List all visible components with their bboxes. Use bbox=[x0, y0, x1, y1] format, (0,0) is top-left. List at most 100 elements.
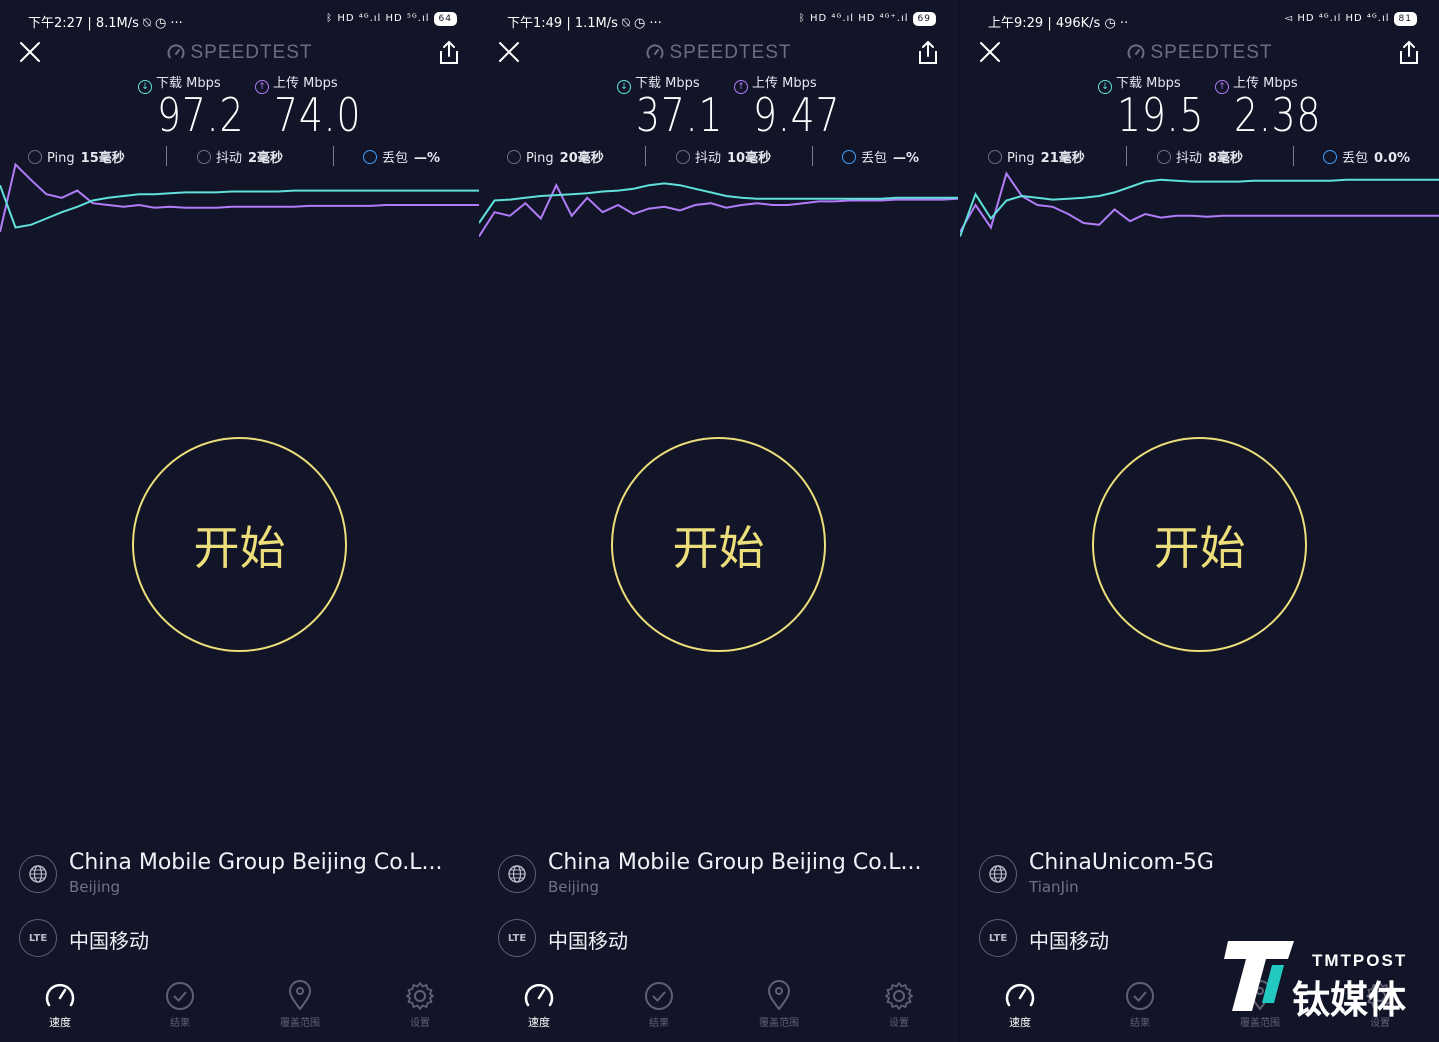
nav-speed-label: 速度 bbox=[1009, 1016, 1031, 1029]
upload-graph-line bbox=[0, 162, 479, 233]
server-name[interactable]: China Mobile Group Beijing Co.L... bbox=[548, 850, 922, 875]
check-circle-icon bbox=[1126, 982, 1154, 1010]
lte-icon: LTE bbox=[979, 919, 1017, 957]
server-location: Beijing bbox=[69, 878, 121, 896]
nav-coverage-label: 覆盖范围 bbox=[280, 1018, 320, 1029]
status-bar: 下午1:49 | 1.1M/s ⍉ ◷ ··· ᛒ HD ⁴ᴳ.ıl HD ⁴ᴳ… bbox=[507, 10, 936, 32]
nav-settings-label: 设置 bbox=[410, 1018, 430, 1029]
server-location: TianJin bbox=[1029, 878, 1079, 896]
carrier-name: 中国移动 bbox=[69, 929, 149, 953]
status-left: 上午9:29 | 496K/s ◷ ·· bbox=[988, 16, 1129, 31]
nav-speed[interactable]: 速度 bbox=[499, 980, 579, 1030]
carrier-name: 中国移动 bbox=[1029, 929, 1109, 953]
globe-glyph-icon bbox=[508, 865, 526, 883]
share-icon[interactable] bbox=[916, 40, 940, 66]
map-pin-icon bbox=[288, 980, 312, 1010]
share-icon[interactable] bbox=[1397, 40, 1421, 66]
status-bar: 上午9:29 | 496K/s ◷ ·· ◅ HD ⁴ᴳ.ıl HD ⁴ᴳ.ıl… bbox=[988, 10, 1417, 32]
nav-speed-label: 速度 bbox=[49, 1016, 71, 1029]
nav-speed[interactable]: 速度 bbox=[980, 980, 1060, 1030]
status-right: ᛒ HD ⁴ᴳ.ıl HD ⁵ᴳ.ıl 64 bbox=[326, 12, 457, 26]
nav-results[interactable]: 结果 bbox=[1100, 980, 1180, 1029]
start-button[interactable]: 开始 bbox=[132, 437, 347, 652]
nav-results[interactable]: 结果 bbox=[140, 980, 220, 1029]
server-location: Beijing bbox=[548, 878, 600, 896]
speed-graph bbox=[0, 162, 479, 233]
speed-graph bbox=[960, 171, 1439, 237]
lte-label: LTE bbox=[988, 932, 1008, 944]
globe-icon[interactable] bbox=[19, 855, 57, 893]
download-arrow-icon: ↓ bbox=[617, 80, 631, 94]
upload-arrow-icon: ↑ bbox=[1215, 80, 1229, 94]
nav-settings[interactable]: 设置 bbox=[859, 980, 939, 1029]
watermark-en: TMTPOST bbox=[1312, 951, 1408, 970]
download-graph-line bbox=[960, 178, 1439, 237]
globe-icon[interactable] bbox=[979, 855, 1017, 893]
start-button[interactable]: 开始 bbox=[1092, 437, 1307, 652]
server-name[interactable]: China Mobile Group Beijing Co.L... bbox=[69, 850, 443, 875]
check-circle-icon bbox=[645, 982, 673, 1010]
app-title-text: SPEEDTEST bbox=[190, 42, 313, 63]
download-arrow-icon: ↓ bbox=[1098, 80, 1112, 94]
nav-results[interactable]: 结果 bbox=[619, 980, 699, 1029]
status-icons: ᛒ HD ⁴ᴳ.ıl HD ⁴ᴳ⁺.ıl bbox=[798, 13, 909, 24]
globe-glyph-icon bbox=[29, 865, 47, 883]
download-arrow-icon: ↓ bbox=[138, 80, 152, 94]
check-circle-icon bbox=[166, 982, 194, 1010]
map-pin-icon bbox=[767, 980, 791, 1010]
globe-glyph-icon bbox=[989, 865, 1007, 883]
tmtpost-logo-icon bbox=[1224, 941, 1294, 1011]
lte-icon: LTE bbox=[19, 919, 57, 957]
upload-value: 74.0 bbox=[274, 88, 362, 142]
speedometer-icon bbox=[1127, 44, 1144, 59]
battery-icon: 69 bbox=[912, 12, 936, 26]
upload-arrow-icon: ↑ bbox=[734, 80, 748, 94]
nav-coverage[interactable]: 覆盖范围 bbox=[739, 980, 819, 1029]
server-name[interactable]: ChinaUnicom-5G bbox=[1029, 850, 1214, 875]
battery-icon: 64 bbox=[433, 12, 457, 26]
download-value: 19.5 bbox=[1117, 88, 1205, 142]
start-label: 开始 bbox=[1153, 520, 1246, 575]
download-graph-line bbox=[479, 182, 958, 224]
battery-icon: 81 bbox=[1393, 12, 1417, 26]
lte-label: LTE bbox=[28, 932, 48, 944]
globe-icon[interactable] bbox=[498, 855, 536, 893]
app-title: SPEEDTEST bbox=[479, 42, 958, 64]
start-button[interactable]: 开始 bbox=[611, 437, 826, 652]
gear-icon bbox=[406, 982, 434, 1010]
nav-results-label: 结果 bbox=[170, 1018, 190, 1029]
start-label: 开始 bbox=[672, 520, 765, 575]
gear-icon bbox=[885, 982, 913, 1010]
nav-speed[interactable]: 速度 bbox=[20, 980, 100, 1030]
app-title-text: SPEEDTEST bbox=[1150, 42, 1273, 63]
speedometer-icon bbox=[45, 983, 75, 1007]
share-icon[interactable] bbox=[437, 40, 461, 66]
nav-speed-label: 速度 bbox=[528, 1016, 550, 1029]
carrier-name: 中国移动 bbox=[548, 929, 628, 953]
nav-settings[interactable]: 设置 bbox=[380, 980, 460, 1029]
speedometer-icon bbox=[646, 44, 663, 59]
nav-coverage-label: 覆盖范围 bbox=[759, 1018, 799, 1029]
nav-results-label: 结果 bbox=[1130, 1018, 1150, 1029]
nav-results-label: 结果 bbox=[649, 1018, 669, 1029]
upload-graph-line bbox=[479, 182, 958, 238]
watermark-cn: 钛媒体 bbox=[1292, 978, 1407, 1022]
nav-coverage[interactable]: 覆盖范围 bbox=[260, 980, 340, 1029]
download-value: 97.2 bbox=[157, 88, 245, 142]
status-left: 下午1:49 | 1.1M/s ⍉ ◷ ··· bbox=[507, 16, 662, 31]
status-bar: 下午2:27 | 8.1M/s ⍉ ◷ ··· ᛒ HD ⁴ᴳ.ıl HD ⁵ᴳ… bbox=[28, 10, 457, 32]
app-title: SPEEDTEST bbox=[0, 42, 479, 64]
nav-settings-label: 设置 bbox=[889, 1018, 909, 1029]
lte-icon: LTE bbox=[498, 919, 536, 957]
speedtest-panel: 上午9:29 | 496K/s ◷ ·· ◅ HD ⁴ᴳ.ıl HD ⁴ᴳ.ıl… bbox=[960, 0, 1439, 1042]
speed-graph bbox=[479, 182, 958, 238]
upload-arrow-icon: ↑ bbox=[255, 80, 269, 94]
status-left: 下午2:27 | 8.1M/s ⍉ ◷ ··· bbox=[28, 16, 183, 31]
upload-value: 2.38 bbox=[1234, 88, 1322, 142]
speedometer-icon bbox=[524, 983, 554, 1007]
lte-label: LTE bbox=[507, 932, 527, 944]
speedtest-panel: 下午2:27 | 8.1M/s ⍉ ◷ ··· ᛒ HD ⁴ᴳ.ıl HD ⁵ᴳ… bbox=[0, 0, 479, 1042]
speedometer-icon bbox=[167, 44, 184, 59]
status-icons: ᛒ HD ⁴ᴳ.ıl HD ⁵ᴳ.ıl bbox=[326, 13, 430, 24]
app-title: SPEEDTEST bbox=[960, 42, 1439, 64]
